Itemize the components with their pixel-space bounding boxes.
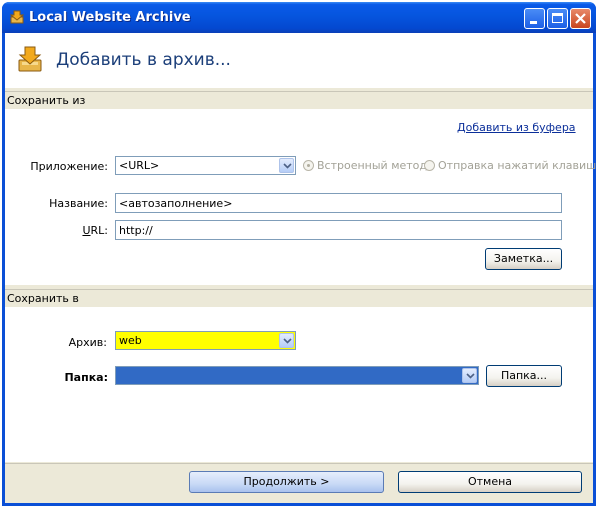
title-bar[interactable]: Local Website Archive bbox=[2, 2, 596, 33]
section-save-from: Сохранить из bbox=[5, 91, 593, 109]
application-dropdown-button[interactable] bbox=[279, 158, 294, 173]
minimize-button[interactable] bbox=[524, 8, 545, 29]
dialog-client: Добавить в архив... Сохранить из Добавит… bbox=[5, 33, 596, 503]
application-value: <URL> bbox=[119, 159, 160, 172]
save-from-panel: Добавить из буфера Приложение: <URL> Вст… bbox=[5, 109, 596, 285]
maximize-button[interactable] bbox=[547, 8, 568, 29]
section-save-to: Сохранить в bbox=[5, 289, 593, 307]
radio-keystrokes-circle bbox=[424, 160, 435, 171]
application-label: Приложение: bbox=[30, 160, 108, 173]
page-title: Добавить в архив... bbox=[56, 50, 231, 70]
radio-keystrokes-label: Отправка нажатий клавиш bbox=[438, 159, 597, 172]
archive-dropdown-button[interactable] bbox=[279, 333, 294, 348]
save-to-panel: Архив: web Папка: Папка... bbox=[5, 307, 593, 462]
name-label: Название: bbox=[49, 197, 108, 210]
radio-send-keystrokes[interactable]: Отправка нажатий клавиш bbox=[424, 159, 596, 172]
chevron-down-icon bbox=[466, 373, 475, 379]
maximize-icon bbox=[552, 13, 563, 23]
folder-dropdown[interactable] bbox=[115, 366, 479, 385]
chevron-down-icon bbox=[283, 338, 292, 344]
dialog-header: Добавить в архив... bbox=[5, 33, 593, 88]
minimize-icon bbox=[530, 21, 537, 24]
cancel-button[interactable]: Отмена bbox=[398, 471, 582, 493]
archive-label: Архив: bbox=[68, 336, 107, 349]
app-window: Local Website Archive Добавить в архив..… bbox=[2, 2, 596, 506]
url-input[interactable]: http:// bbox=[115, 220, 562, 240]
radio-builtin-method[interactable]: Встроенный метод bbox=[303, 159, 427, 172]
footer-divider bbox=[5, 463, 593, 464]
folder-button[interactable]: Папка... bbox=[486, 365, 562, 387]
add-to-archive-icon bbox=[18, 46, 42, 72]
archive-value: web bbox=[119, 334, 142, 347]
radio-builtin-label: Встроенный метод bbox=[317, 159, 428, 172]
close-button[interactable] bbox=[570, 8, 591, 29]
note-button[interactable]: Заметка... bbox=[485, 248, 562, 270]
chevron-down-icon bbox=[283, 163, 292, 169]
app-icon bbox=[10, 10, 24, 24]
folder-dropdown-button[interactable] bbox=[462, 368, 477, 383]
radio-builtin-circle bbox=[303, 160, 314, 171]
archive-dropdown[interactable]: web bbox=[115, 331, 296, 350]
close-icon bbox=[575, 13, 586, 24]
folder-label: Папка: bbox=[64, 371, 108, 384]
url-value: http:// bbox=[119, 224, 153, 237]
add-from-clipboard-link[interactable]: Добавить из буфера bbox=[457, 121, 576, 134]
window-title: Local Website Archive bbox=[29, 10, 191, 25]
name-value: <автозаполнение> bbox=[119, 197, 233, 210]
url-label: URL: bbox=[82, 224, 108, 237]
continue-button[interactable]: Продолжить > bbox=[189, 471, 384, 493]
application-dropdown[interactable]: <URL> bbox=[115, 156, 296, 175]
name-input[interactable]: <автозаполнение> bbox=[115, 193, 562, 213]
